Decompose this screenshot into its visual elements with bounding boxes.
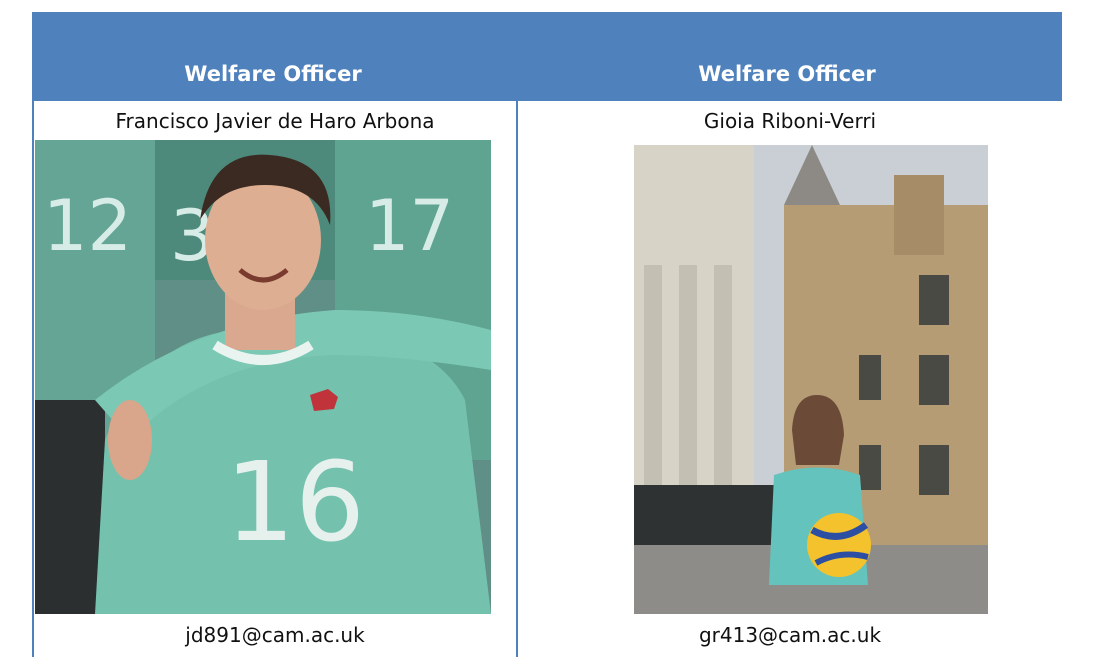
role-heading-right: Welfare Officer xyxy=(698,62,876,86)
officers-table: Welfare Officer Welfare Officer Francisc… xyxy=(32,12,1062,657)
jersey-number-12: 12 xyxy=(43,185,132,267)
table-header-row: Welfare Officer Welfare Officer xyxy=(32,12,1062,101)
officer-photo-right xyxy=(634,145,988,614)
officer-name-right: Gioia Riboni-Verri xyxy=(703,109,877,133)
officer-cell-right: Gioia Riboni-Verri gr413@cam.ac.uk xyxy=(516,101,1062,657)
role-heading-left: Welfare Officer xyxy=(184,62,362,86)
officer-email-right: gr413@cam.ac.uk xyxy=(698,623,882,647)
officer-cell-left: Francisco Javier de Haro Arbona 12 3 17 xyxy=(32,101,516,657)
officer-name-left: Francisco Javier de Haro Arbona xyxy=(115,109,435,133)
jersey-number-17: 17 xyxy=(365,185,454,267)
officer-email-left: jd891@cam.ac.uk xyxy=(185,623,365,647)
officer-photo-left: 12 3 17 16 xyxy=(35,140,491,614)
jersey-number-16: 16 xyxy=(225,438,365,566)
